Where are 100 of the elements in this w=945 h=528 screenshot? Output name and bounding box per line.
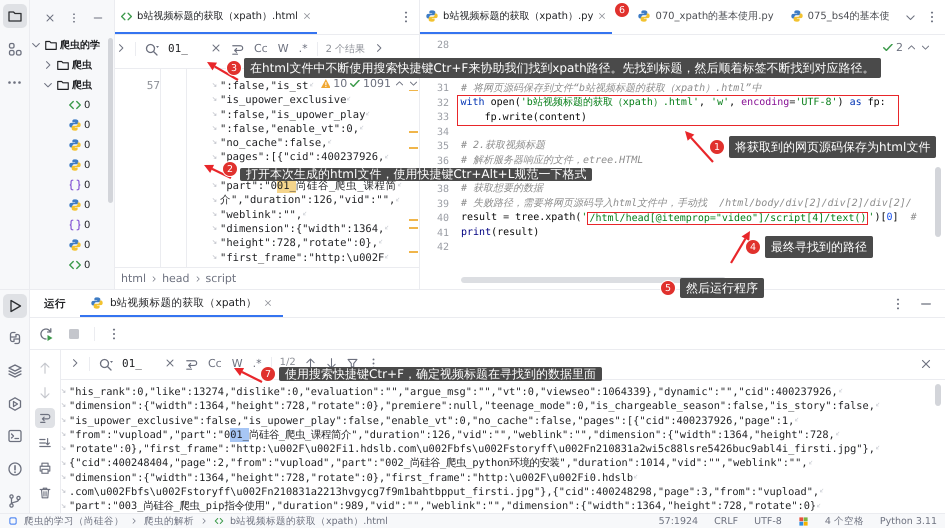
code-text: 0 (886, 211, 893, 226)
close-icon[interactable] (919, 357, 933, 371)
tree-item[interactable]: 0 (30, 155, 114, 175)
python-icon (425, 9, 439, 23)
search-field[interactable]: 01_ (122, 357, 156, 370)
filter-icon[interactable] (346, 357, 359, 370)
tree-item[interactable]: 0 (30, 175, 114, 195)
code-text: ":false,"is_st (220, 79, 309, 94)
tree-item[interactable]: 0 (30, 235, 114, 255)
python-icon (637, 9, 652, 23)
output-text: "rotate":0},"first_frame":"http:\u002F\u002Fi1.hdslb.com\u002Fbfs\u002Fstoryff\u002Fn210831a2wi5c88lsre5426buc9abl4i_firsti.jpg"}, (69, 442, 875, 456)
match-marker (409, 147, 418, 149)
callout-note: 最终寻找到的路径 (765, 236, 873, 258)
search-option[interactable]: .* (252, 357, 263, 370)
chevron-right-icon (130, 517, 138, 525)
tool-window-button[interactable] (2, 294, 26, 318)
terminal-icon (6, 428, 22, 444)
breadcrumb[interactable]: head (162, 272, 190, 285)
editor-tab[interactable]: b站视频标题的获取（xpath）.py (420, 0, 612, 34)
code-text: # (910, 211, 917, 226)
output-text: .com\u002Fbfs\u002Fstoryff\u002Fn210831a2213hvgycg7f9m1bahtbpput_firsti.jpg"},{"cid":400248298,"page":3,"from":"vupload", (69, 485, 820, 500)
tree-item[interactable]: 爬虫 (30, 75, 114, 95)
arrow-down-icon (38, 386, 52, 400)
breadcrumb[interactable]: 爬虫的解析 (144, 514, 194, 528)
arrow-up-icon[interactable] (304, 357, 317, 370)
result-count: 1/2 (280, 357, 296, 368)
code-text: # 2.获取视频标题 (461, 139, 546, 154)
folder-icon (56, 78, 70, 92)
scrollbar-thumb[interactable] (935, 384, 941, 406)
tree-item[interactable]: 爬虫的学 (30, 35, 114, 55)
editor-tab[interactable]: 075_bs4的基本使 (784, 0, 895, 34)
check-icon (350, 80, 360, 88)
code-text: encoding (741, 96, 790, 110)
close-icon[interactable] (164, 357, 176, 369)
tree-item[interactable]: 0 (30, 195, 114, 215)
output-text: "is_upower_exclusive":false,"is_upower_play":false,"enable_vt":0,"no_cache":false,"pages":[{"cid":400237926,"page":1, (69, 414, 794, 428)
search-icon[interactable] (98, 357, 114, 373)
callout-note: 将获取到的网页源码保存为html文件 (729, 136, 936, 158)
python-icon (68, 198, 82, 212)
close-icon[interactable] (210, 42, 222, 54)
braces-icon (68, 218, 82, 232)
status-item[interactable]: UTF-8 (754, 516, 782, 526)
tiles-icon (798, 516, 809, 526)
breadcrumb[interactable]: b站视频标题的获取（xpath）.html (230, 514, 388, 528)
search-option[interactable]: .* (298, 42, 309, 55)
code-icon (214, 516, 224, 526)
code-text: # 解析服务器响应的文件，etree.HTML (461, 154, 644, 168)
code-icon (68, 98, 82, 112)
tree-item[interactable]: 0 (30, 95, 114, 115)
search-option[interactable]: W (230, 357, 244, 370)
search-option[interactable]: Cc (253, 42, 269, 55)
output-text: "dimension":{"width":1364,"height":728,"rotate":0},"premiere":null,"teenage_mode":0,"is_chargeable_season":false,"is_story":false, (69, 399, 875, 414)
search-field[interactable]: 01_ (168, 42, 202, 55)
line-number: 42 (436, 241, 449, 256)
tool-window-button[interactable] (2, 4, 26, 28)
search-icon[interactable] (144, 42, 160, 58)
scrollbar-thumb[interactable] (935, 167, 941, 237)
arrow-down-icon[interactable] (324, 357, 338, 370)
tree-item[interactable]: 0 (30, 115, 114, 135)
search-option[interactable]: W (276, 42, 290, 55)
status-item[interactable]: 57:1924 (658, 516, 698, 526)
wrap-icon[interactable] (230, 42, 245, 57)
status-item[interactable]: CRLF (714, 516, 738, 526)
callout-arrow (207, 62, 239, 81)
check-icon (883, 44, 893, 52)
chevron-right-icon (150, 274, 158, 282)
breadcrumb[interactable]: html (121, 272, 146, 285)
tree-item[interactable]: 0 (30, 135, 114, 155)
close-icon[interactable] (44, 12, 56, 24)
code-text: # 将网页源码保存到文件“b站视频标题的获取（xpath）.html”中 (461, 82, 762, 96)
editor-tab[interactable]: b站视频标题的获取（xpath）.html (115, 0, 317, 34)
check-count: 1091 (363, 77, 391, 90)
rerun-icon[interactable] (38, 326, 54, 342)
tree-item[interactable]: 0 (30, 255, 114, 275)
breadcrumb[interactable]: script (206, 272, 236, 285)
run-tab[interactable]: b站视频标题的获取（xpath） (80, 290, 283, 317)
console-tool-button[interactable] (35, 408, 55, 428)
line-number: 39 (436, 198, 449, 212)
scrollbar-thumb[interactable] (108, 38, 113, 203)
search-option[interactable]: Cc (207, 357, 223, 370)
breadcrumb[interactable]: 爬虫的学习（尚硅谷） (24, 514, 124, 528)
tree-item[interactable]: 爬虫 (30, 55, 114, 75)
play-hexagon-icon (6, 396, 22, 412)
callout-arrow (204, 164, 232, 179)
editor-tab[interactable]: 070_xpath的基本使用.py (632, 0, 779, 34)
close-icon[interactable] (302, 11, 312, 21)
close-icon[interactable] (597, 11, 608, 21)
status-item[interactable]: Python 3.11 (880, 516, 937, 526)
result-count: 2 个结果 (326, 42, 366, 56)
output-text: "part":"003_尚硅谷_爬虫_pip指令使用","duration":989,"vid":"","weblink":"","dimension":{"width":1364,"height":728,"rotate":0} (69, 499, 816, 514)
tree-item[interactable]: 0 (30, 215, 114, 235)
callout-note: 然后运行程序 (680, 278, 764, 298)
callout-note: 在html文件中不断使用搜索快捷键Ctr+F来协助我们找到xpath路径。先找到标题，然后顺着标签不断找到对应路径。 (244, 58, 881, 78)
code-icon (68, 258, 82, 272)
wrap-icon[interactable] (184, 357, 199, 372)
code-text: "is_upower_exclusive (220, 93, 346, 108)
close-icon[interactable] (262, 298, 273, 308)
status-item[interactable]: 4 个空格 (824, 514, 864, 528)
code-text: "weblink":"", (220, 208, 302, 222)
step-number: 3 (226, 60, 242, 76)
